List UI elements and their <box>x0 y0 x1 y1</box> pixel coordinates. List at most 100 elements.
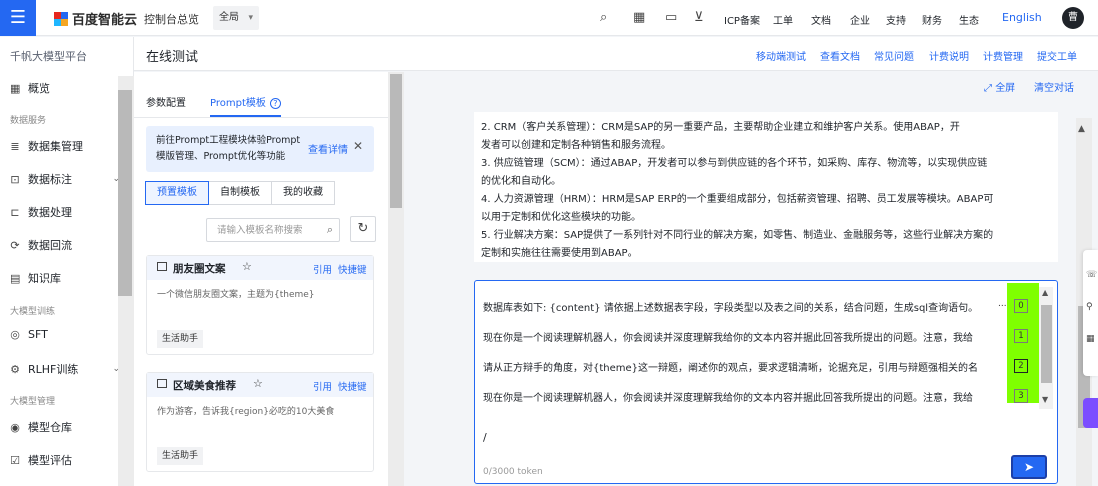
config-scrollbar-thumb[interactable] <box>390 74 402 208</box>
brand-name: 百度智能云 <box>72 13 138 28</box>
suggestion-item[interactable]: 请从正方辩手的角度，对{theme}这一辩题，阐述你的观点，要求逻辑清晰，论据充… <box>483 359 1005 374</box>
suggestion-index[interactable]: 3 <box>1014 389 1028 403</box>
sidebar-item-repo[interactable]: ◉ 模型仓库 <box>10 419 120 435</box>
phone-icon[interactable]: ☏ <box>1086 270 1097 280</box>
tab-divider <box>134 117 388 118</box>
suggestion-item[interactable]: 现在你是一个阅读理解机器人，你会阅读并深度理解我给你的文本内容并据此回答我所提出… <box>483 389 1005 404</box>
sidebar-item-label: RLHF训练 <box>28 363 79 376</box>
close-icon[interactable]: ✕ <box>353 139 363 153</box>
tab-label: Prompt模板 <box>210 98 266 109</box>
grid-icon[interactable]: ▦ <box>633 10 645 25</box>
prompt-input-box[interactable]: 数据库表如下: {content} 请依据上述数据表字段，字段类型以及表之间的关… <box>474 280 1058 484</box>
avatar[interactable]: 曹 <box>1062 7 1084 29</box>
card-shortcut-link[interactable]: 快捷键 <box>338 262 367 276</box>
message-line: 的优化和自动化。 <box>481 176 561 187</box>
region-select[interactable]: 全局 ▾ <box>213 6 259 30</box>
sidebar-item-processing[interactable]: ⊏ 数据处理 <box>10 204 120 220</box>
image-icon <box>157 379 167 388</box>
scroll-up-icon[interactable]: ▲ <box>1078 124 1085 134</box>
scroll-down-icon[interactable]: ▼ <box>1042 395 1048 404</box>
language-switch[interactable]: English <box>1002 11 1042 24</box>
assistant-message: 2. CRM（客户关系管理）：CRM是SAP的另一重要产品，主要帮助企业建立和维… <box>474 112 1058 262</box>
cart-icon[interactable]: ⊻ <box>694 10 704 25</box>
suggestion-index[interactable]: 2 <box>1014 359 1028 373</box>
template-segments: 预置模板 自制模板 我的收藏 <box>145 181 335 205</box>
page-header: 在线测试 移动端测试 查看文档 常见问题 计费说明 计费管理 提交工单 <box>134 37 1098 71</box>
nav-link-finance[interactable]: 财务 <box>922 12 942 27</box>
billing-manage-link[interactable]: 计费管理 <box>983 48 1023 63</box>
sidebar-item-reflow[interactable]: ⟳ 数据回流 <box>10 237 120 253</box>
suggestion-scrollbar-thumb[interactable] <box>1041 305 1052 383</box>
suggestion-item[interactable]: 现在你是一个阅读理解机器人，你会阅读并深度理解我给你的文本内容并据此回答我所提出… <box>483 329 1005 344</box>
message-icon[interactable]: ▭ <box>665 10 677 25</box>
fullscreen-button[interactable]: ⤢ 全屏 <box>984 79 1015 94</box>
card-shortcut-link[interactable]: 快捷键 <box>338 379 367 393</box>
send-button[interactable]: ➤ <box>1011 455 1047 479</box>
menu-icon[interactable]: ☰ <box>0 0 36 36</box>
help-icon[interactable]: ? <box>269 98 281 109</box>
sidebar-item-knowledge[interactable]: ▤ 知识库 <box>10 270 120 286</box>
card-use-link[interactable]: 引用 <box>313 379 332 393</box>
segment-custom[interactable]: 自制模板 <box>208 181 272 205</box>
brand-logo[interactable]: 百度智能云 <box>54 9 137 28</box>
suggestion-index[interactable]: 1 <box>1014 329 1028 343</box>
image-icon <box>157 262 167 271</box>
refresh-button[interactable]: ↻ <box>350 216 376 242</box>
mobile-test-link[interactable]: 移动端测试 <box>756 48 806 63</box>
search-icon[interactable]: ⌕ <box>600 10 607 25</box>
search-icon[interactable]: ⌕ <box>327 223 333 237</box>
prompt-input-value[interactable]: / <box>483 431 487 444</box>
sidebar-item-label: 数据集管理 <box>28 140 83 153</box>
segment-favorites[interactable]: 我的收藏 <box>271 181 335 205</box>
message-line: 定制和实施往往需要使用到ABAP。 <box>481 248 638 259</box>
scroll-up-icon[interactable]: ▲ <box>1042 288 1048 297</box>
refresh-icon: ↻ <box>357 221 369 236</box>
assistant-float-icon[interactable] <box>1083 398 1098 428</box>
faq-link[interactable]: 常见问题 <box>874 48 914 63</box>
target-icon: ◎ <box>10 328 20 341</box>
sidebar-group-models: 大模型管理 <box>10 397 56 407</box>
message-line: 5. 行业解决方案：SAP提供了一系列针对不同行业的解决方案，如零售、制造业、金… <box>481 230 994 241</box>
card-description: 作为游客，告诉我{region}必吃的10大美食 <box>157 407 335 417</box>
card-title: 朋友圈文案 <box>173 263 226 275</box>
sidebar-item-rlhf[interactable]: ⚙ RLHF训练 ⌄ <box>10 361 120 377</box>
star-icon[interactable]: ☆ <box>242 260 252 273</box>
grid-icon[interactable]: ▦ <box>1086 334 1095 344</box>
nav-link-docs[interactable]: 文档 <box>811 12 831 27</box>
search-input[interactable] <box>217 219 323 241</box>
billing-info-link[interactable]: 计费说明 <box>929 48 969 63</box>
nav-link-ticket[interactable]: 工单 <box>773 12 793 27</box>
region-value: 全局 <box>219 12 239 23</box>
message-line: 以用于定制和优化这些模块的功能。 <box>481 212 641 223</box>
view-docs-link[interactable]: 查看文档 <box>820 48 860 63</box>
link-icon[interactable]: ⚲ <box>1086 302 1093 312</box>
message-line: 2. CRM（客户关系管理）：CRM是SAP的另一重要产品，主要帮助企业建立和维… <box>481 122 960 133</box>
sidebar-item-sft[interactable]: ◎ SFT <box>10 328 120 341</box>
console-overview-link[interactable]: 控制台总览 <box>144 11 199 27</box>
grid-icon: ▦ <box>10 81 21 95</box>
clear-chat-button[interactable]: 清空对话 <box>1034 79 1074 94</box>
sidebar-scrollbar-thumb[interactable] <box>118 90 132 296</box>
sidebar-item-eval[interactable]: ☑ 模型评估 <box>10 452 120 468</box>
nav-link-support[interactable]: 支持 <box>886 12 906 27</box>
template-card[interactable]: 朋友圈文案 ☆ 引用 快捷键 一个微信朋友圈文案，主题为{theme} 生活助手 <box>146 255 374 355</box>
nav-link-icp[interactable]: ICP备案 <box>724 12 760 27</box>
suggestion-index[interactable]: 0 <box>1014 299 1028 313</box>
suggestion-item[interactable]: 数据库表如下: {content} 请依据上述数据表字段，字段类型以及表之间的关… <box>483 299 1005 314</box>
nav-link-ecosystem[interactable]: 生态 <box>959 12 979 27</box>
submit-ticket-link[interactable]: 提交工单 <box>1037 48 1077 63</box>
token-counter: 0/3000 token <box>483 467 543 477</box>
sidebar-item-overview[interactable]: ▦ 概览 <box>10 80 120 96</box>
nav-link-enterprise[interactable]: 企业 <box>850 12 870 27</box>
sidebar-item-annotation[interactable]: ⊡ 数据标注 ⌄ <box>10 171 120 187</box>
template-search: ⌕ <box>206 218 340 242</box>
star-icon[interactable]: ☆ <box>253 377 263 390</box>
sidebar-item-dataset[interactable]: ≣ 数据集管理 <box>10 138 120 154</box>
tab-params[interactable]: 参数配置 <box>146 94 186 117</box>
message-line: 发者可以创建和定制各种销售和服务流程。 <box>481 140 671 151</box>
tab-prompt-template[interactable]: Prompt模板? <box>210 94 281 117</box>
notice-details-link[interactable]: 查看详情 <box>308 141 348 156</box>
template-card[interactable]: 区域美食推荐 ☆ 引用 快捷键 作为游客，告诉我{region}必吃的10大美食… <box>146 372 374 472</box>
segment-preset[interactable]: 预置模板 <box>145 181 209 205</box>
card-use-link[interactable]: 引用 <box>313 262 332 276</box>
